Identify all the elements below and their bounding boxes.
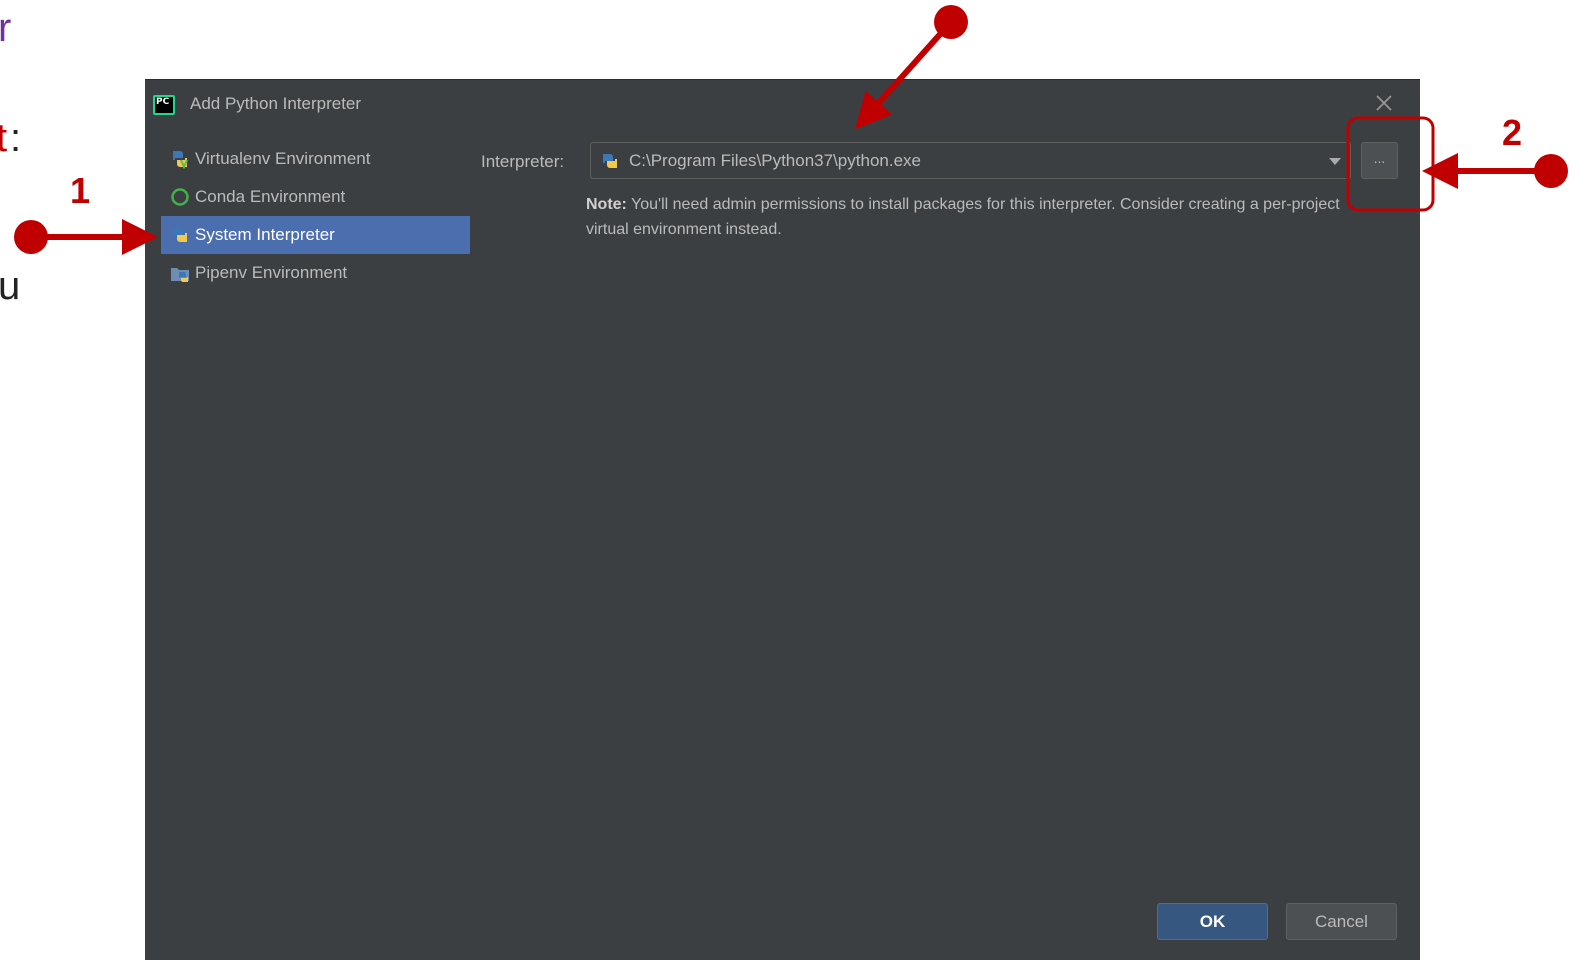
annotation-number-2: 2 <box>1502 112 1523 153</box>
annotation-arrow-1 <box>14 219 158 255</box>
annotation-number-1: 1 <box>70 170 91 211</box>
annotation-overlay <box>14 5 1568 255</box>
annotation-highlight-box <box>1346 116 1435 212</box>
annotation-arrow-2 <box>1422 153 1568 189</box>
annotation-arrow-top <box>855 5 968 130</box>
